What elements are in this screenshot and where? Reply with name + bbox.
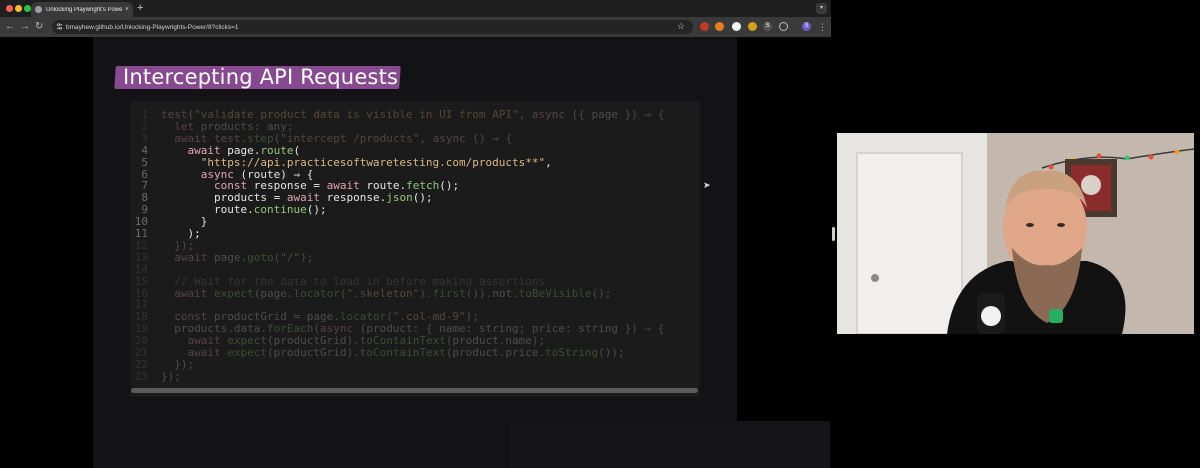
- menu-icon[interactable]: ⋮: [818, 20, 827, 34]
- line-number: 23: [134, 369, 148, 383]
- line-number: 4: [141, 143, 148, 157]
- tab-search-icon[interactable]: ▾: [816, 3, 827, 14]
- line-number: 14: [134, 262, 148, 276]
- browser-tab[interactable]: Unlocking Playwright's Power ×: [31, 2, 133, 17]
- line-number: 15: [134, 274, 148, 288]
- code-text: });: [161, 369, 181, 383]
- slide-title-area: Intercepting API Requests: [114, 64, 401, 90]
- webcam-feed: [837, 133, 1194, 334]
- browser-window: Unlocking Playwright's Power × + ▾ ← → ↻…: [0, 0, 831, 468]
- profile-icon[interactable]: S: [802, 22, 811, 31]
- page-content: Intercepting API Requests 1 test("validat…: [0, 37, 831, 468]
- resize-handle[interactable]: [832, 227, 835, 241]
- toolbar: ← → ↻ bmayhew.github.io/Unlocking-Playwr…: [0, 17, 831, 37]
- tab-close-icon[interactable]: ×: [125, 6, 129, 13]
- extension-icon[interactable]: S: [763, 22, 772, 31]
- minimize-window-icon[interactable]: [15, 5, 22, 12]
- extension-icon[interactable]: [715, 22, 724, 31]
- extension-icon[interactable]: [748, 22, 757, 31]
- code-scrollbar[interactable]: [131, 388, 698, 393]
- maximize-window-icon[interactable]: [24, 5, 31, 12]
- tab-title: Unlocking Playwright's Power: [46, 6, 122, 13]
- extension-icon[interactable]: [732, 22, 741, 31]
- webcam-image: [837, 133, 1194, 334]
- slide: Intercepting API Requests 1 test("validat…: [93, 37, 830, 468]
- line-number: 13: [134, 250, 148, 264]
- line-number: 5: [141, 155, 148, 169]
- forward-icon[interactable]: →: [20, 20, 30, 34]
- code-text: await expect(page.locator(".skeleton").f…: [174, 286, 612, 300]
- code-text: await page.goto("/");: [174, 250, 314, 264]
- puzzle-icon[interactable]: [779, 22, 788, 31]
- code-block: 1 test("validate product data is visible …: [130, 101, 700, 397]
- tune-icon[interactable]: [56, 23, 63, 30]
- url-text: bmayhew.github.io/Unlocking-Playwrights-…: [66, 23, 239, 31]
- reload-icon[interactable]: ↻: [35, 20, 43, 34]
- code-text: await expect(productGrid).toContainText(…: [187, 346, 625, 359]
- favicon-icon: [35, 6, 42, 13]
- star-icon[interactable]: ☆: [677, 21, 685, 32]
- extension-icon[interactable]: [700, 22, 709, 31]
- new-tab-button[interactable]: +: [137, 2, 143, 14]
- close-window-icon[interactable]: [6, 5, 13, 12]
- address-bar[interactable]: bmayhew.github.io/Unlocking-Playwrights-…: [52, 20, 693, 34]
- back-icon[interactable]: ←: [5, 20, 15, 34]
- line-number: 3: [141, 131, 148, 145]
- cursor-icon: ➤: [703, 180, 711, 190]
- tab-bar: Unlocking Playwright's Power × + ▾: [0, 0, 831, 17]
- slide-footer-area: [511, 421, 830, 468]
- slide-title: Intercepting API Requests: [123, 65, 399, 89]
